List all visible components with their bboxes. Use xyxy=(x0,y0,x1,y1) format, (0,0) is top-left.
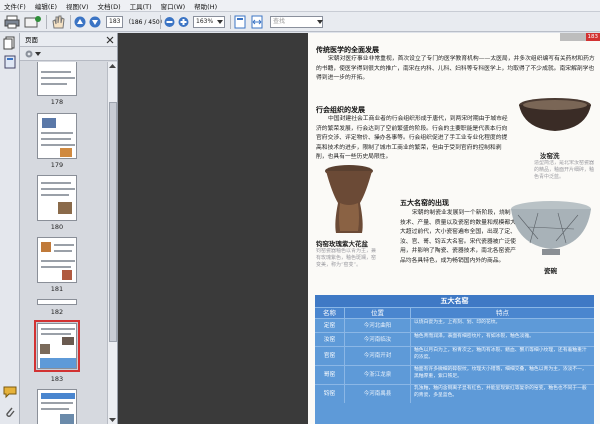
email-icon[interactable] xyxy=(24,15,42,29)
table-title: 五大名窑 xyxy=(315,295,594,307)
caption-ru-kiln-desc: 造型简洁，是北宋汝窑瓷器的精品，釉面开片细碎，釉色青中泛蓝。 xyxy=(534,160,595,180)
zoom-in-icon[interactable] xyxy=(178,15,189,29)
table-header-name: 名称 xyxy=(315,308,345,318)
thumbnail-page[interactable] xyxy=(37,62,77,96)
thumbnail-page[interactable] xyxy=(37,113,77,159)
zoom-out-icon[interactable] xyxy=(164,15,175,29)
thumbnail-page[interactable] xyxy=(37,389,77,424)
table-cell-name: 哥窑 xyxy=(315,366,345,384)
section-title-kilns: 五大名窑的出现 xyxy=(400,198,449,207)
table-cell-feature: 乳浊釉，釉内含铜离子显有红色，并能呈现紫红等复杂的窑变，釉色也不同于一般的青瓷，… xyxy=(414,386,587,398)
caption-crackle-bowl: 瓷碗 xyxy=(544,267,557,275)
thumbnail-page[interactable] xyxy=(37,237,77,283)
attachment-icon[interactable] xyxy=(3,405,17,419)
menu-view[interactable]: 视图(V) xyxy=(66,1,89,11)
menu-tools[interactable]: 工具(T) xyxy=(130,1,152,11)
page-number-tab: 183 xyxy=(587,34,599,40)
document-page[interactable]: 183 传统医学的全面发展 宋朝对医疗事业非常重视，首次设立了专门的医学教育机构… xyxy=(308,33,600,424)
fit-width-icon[interactable] xyxy=(251,15,263,29)
thumbnail-page[interactable] xyxy=(37,175,77,221)
pages-panel: 页面 178 179 180 181 182 183 xyxy=(20,33,118,424)
prev-page-icon[interactable] xyxy=(74,15,86,29)
table-header-place: 位置 xyxy=(345,308,411,318)
comments-icon[interactable] xyxy=(3,385,17,399)
thumbnail-label: 183 xyxy=(50,375,64,383)
print-icon[interactable] xyxy=(4,15,20,29)
next-page-icon[interactable] xyxy=(89,15,101,29)
thumbnail-page[interactable] xyxy=(37,299,77,305)
table-cell-feature: 釉色青而润泽，表面有细密纹片，有如冰裂，釉色淡雅。 xyxy=(414,334,534,339)
thumbnail-list: 178 179 180 181 182 183 xyxy=(20,62,108,424)
bookmarks-icon[interactable] xyxy=(3,55,17,69)
jun-kiln-flowerpot-image xyxy=(325,165,373,233)
table-row: 哥窑 今浙江龙泉 釉面有许多微细的碎裂纹，纹理大小错落，细细交叠，釉色以青为主，… xyxy=(315,365,594,384)
pages-panel-icon[interactable] xyxy=(3,36,17,50)
document-background xyxy=(118,33,308,424)
menu-document[interactable]: 文档(D) xyxy=(98,1,121,11)
caption-ru-kiln: 汝窑洗 xyxy=(540,152,560,160)
table-cell-name: 钧窑 xyxy=(315,385,345,403)
fit-page-icon[interactable] xyxy=(234,15,246,29)
thumbnail-label: 181 xyxy=(50,285,64,293)
scroll-down-icon[interactable] xyxy=(109,416,116,423)
table-row: 钧窑 今河南禹县 乳浊釉，釉内含铜离子显有红色，并能呈现紫红等复杂的窑变，釉色也… xyxy=(315,384,594,403)
thumbnail-label: 182 xyxy=(50,308,64,316)
table-cell-place: 今浙江龙泉 xyxy=(345,366,411,384)
options-gear-icon[interactable] xyxy=(24,49,34,59)
table-cell-place: 今河南禹县 xyxy=(345,385,411,403)
table-row: 官窑 今河南开封 釉色以月白为上，粉青次之，釉肉有冰裂、鳝血、蟹爪等细小纹理，还… xyxy=(315,346,594,365)
thumbnail-page-selected[interactable] xyxy=(37,323,77,369)
section-body-kilns: 宋朝的制瓷业发展到一个新阶段，烧制技术、产量、质量以及瓷窑的数量和规模都大大超过… xyxy=(400,210,516,264)
menu-file[interactable]: 文件(F) xyxy=(4,1,26,11)
table-cell-name: 官窑 xyxy=(315,347,345,365)
section-title-medicine: 传统医学的全面发展 xyxy=(316,45,379,54)
menu-window[interactable]: 窗口(W) xyxy=(161,1,186,11)
scroll-up-icon[interactable] xyxy=(109,63,116,70)
table-row: 定窑 今河北曲阳 以烧白瓷为主，上有刻、划、印的花纹。 xyxy=(315,318,594,332)
table-cell-feature: 釉色以月白为上，粉青次之，釉肉有冰裂、鳝血、蟹爪等细小纹理，还有着釉重汁的浓度。 xyxy=(414,348,587,360)
caption-jun-kiln-pot-desc: 钧窑瓷器釉色以青为主，兼有玫瑰紫色，釉色斑斓，窑变美，称为“窑变”。 xyxy=(316,248,377,268)
pages-panel-toolbar xyxy=(20,47,117,61)
caption-jun-kiln-pot: 钧窑玫瑰紫大花盆 xyxy=(316,240,368,248)
table-cell-name: 汝窑 xyxy=(315,333,345,346)
table-cell-feature: 釉面有许多微细的碎裂纹，纹理大小错落，细细交叠，釉色以青为主，浓淡不一，黑釉厚重… xyxy=(414,367,587,379)
chevron-down-icon[interactable] xyxy=(216,18,224,26)
thumbnail-label: 180 xyxy=(50,223,64,231)
thumbnail-label: 179 xyxy=(50,161,64,169)
hand-tool-icon[interactable] xyxy=(50,15,66,29)
table-cell-name: 定窑 xyxy=(315,319,345,332)
menu-edit[interactable]: 编辑(E) xyxy=(35,1,57,11)
thumbnail-label: 178 xyxy=(50,98,64,106)
pages-panel-header: 页面 xyxy=(20,33,117,47)
table-cell-place: 今河南临汝 xyxy=(345,333,411,346)
table-header-row: 名称 位置 特点 xyxy=(315,307,594,318)
crackle-bowl-image xyxy=(511,201,591,255)
pages-panel-title: 页面 xyxy=(25,36,38,44)
navigation-strip xyxy=(0,33,20,424)
search-dropdown-icon[interactable] xyxy=(316,18,324,26)
table-row: 汝窑 今河南临汝 釉色青而润泽，表面有细密纹片，有如冰裂，釉色淡雅。 xyxy=(315,332,594,346)
thumbnail-scrollbar[interactable] xyxy=(107,62,117,424)
five-kilns-table: 五大名窑 名称 位置 特点 定窑 今河北曲阳 以烧白瓷为主，上有刻、划、印的花纹… xyxy=(315,295,594,424)
options-chevron-icon[interactable] xyxy=(35,51,41,57)
ru-kiln-bowl-image xyxy=(519,98,591,131)
table-cell-feature: 以烧白瓷为主，上有刻、划、印的花纹。 xyxy=(414,320,501,325)
toolbar: 183 （186 / 450） 163% 查找 xyxy=(0,12,600,32)
menu-help[interactable]: 帮助(H) xyxy=(194,1,217,11)
scrollbar-thumb[interactable] xyxy=(109,102,117,342)
close-icon[interactable] xyxy=(106,36,114,44)
table-cell-place: 今河北曲阳 xyxy=(345,319,411,332)
section-title-guilds: 行会组织的发展 xyxy=(316,105,365,114)
page-number-input[interactable]: 183 xyxy=(106,16,123,28)
menu-bar: 文件(F) 编辑(E) 视图(V) 文档(D) 工具(T) 窗口(W) 帮助(H… xyxy=(0,0,600,12)
table-cell-place: 今河南开封 xyxy=(345,347,411,365)
table-header-feature: 特点 xyxy=(496,309,509,317)
